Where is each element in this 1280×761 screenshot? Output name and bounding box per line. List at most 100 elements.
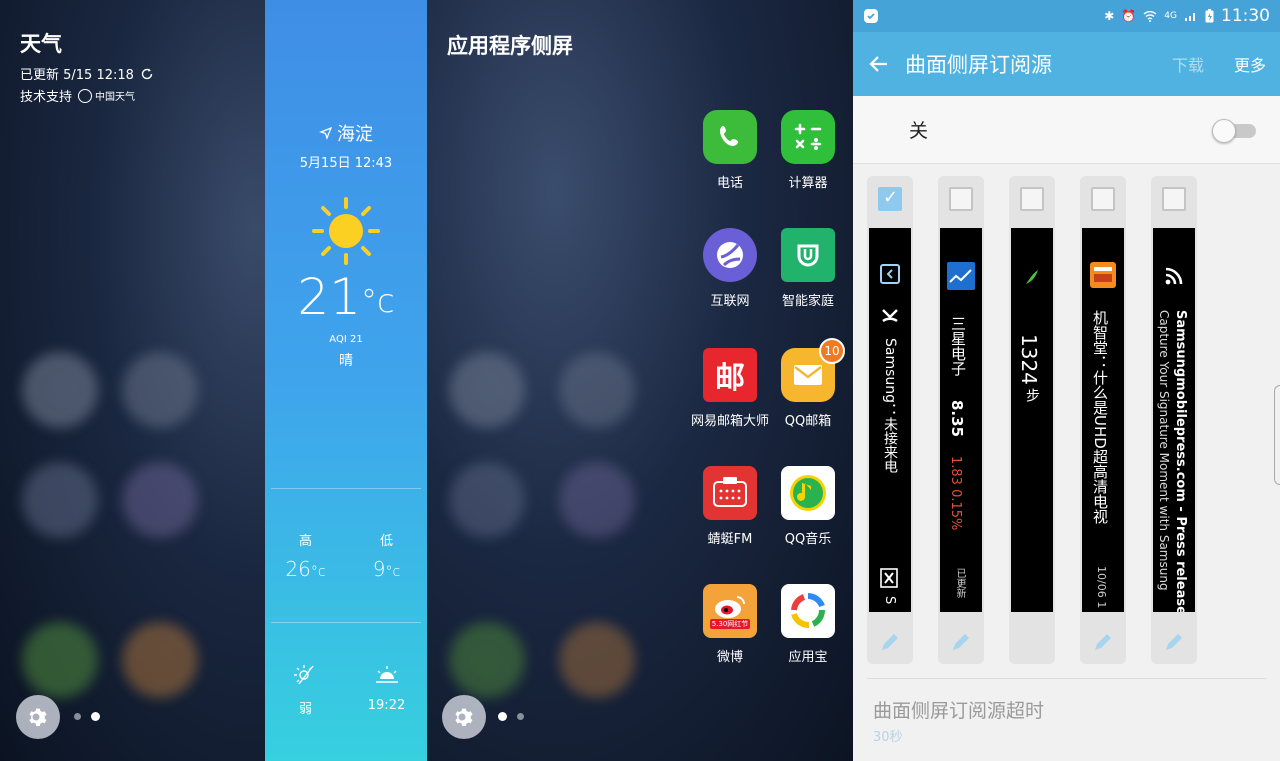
dismiss-icon	[880, 568, 898, 588]
weather-card[interactable]: 海淀 5月15日 12:43 21 °c AQI 21 晴 高 26°c 低 9…	[265, 0, 427, 761]
sunset-icon	[375, 666, 398, 683]
feed-card-rss[interactable]: Samsungmobilepress.com - Press release C…	[1151, 176, 1197, 664]
status-bar: ✱ ⏰ 4G 11:30	[853, 0, 1280, 32]
app-smart-home[interactable]: 智能家庭	[769, 228, 847, 309]
timeout-setting-title[interactable]: 曲面侧屏订阅源超时	[873, 696, 1044, 723]
walking-icon	[1026, 270, 1038, 284]
app-netease-mail[interactable]: 邮 网易邮箱大师	[691, 348, 769, 429]
qq-mail-icon: 10	[781, 338, 845, 402]
divider	[867, 678, 1266, 679]
edge-settings-button[interactable]	[16, 695, 60, 739]
app-internet[interactable]: 互联网	[691, 228, 769, 309]
low-unit: °c	[385, 564, 401, 580]
sunset-time: 19:22	[367, 698, 406, 713]
low-value: 9	[372, 557, 386, 581]
app-weibo[interactable]: 5.30网红节 微博	[691, 584, 769, 665]
phone-icon	[703, 110, 757, 164]
feed-preview: 1324 步	[1011, 228, 1053, 612]
low-temp: 低 9°c	[346, 530, 427, 581]
stock-updated: 已更新	[954, 568, 965, 598]
step-unit: 步	[1024, 388, 1040, 402]
weibo-icon: 5.30网红节	[703, 584, 757, 638]
app-label: QQ邮箱	[784, 414, 832, 429]
app-calculator[interactable]: 计算器	[769, 110, 847, 191]
app-qingting-fm[interactable]: 蜻蜓FM	[691, 466, 769, 547]
refresh-icon[interactable]	[140, 67, 154, 81]
gear-icon	[29, 708, 47, 726]
edge-settings-button[interactable]	[442, 695, 486, 739]
sunset: 19:22	[346, 664, 427, 713]
china-weather-logo: 中国天气	[78, 88, 135, 103]
app-phone[interactable]: 电话	[691, 110, 769, 191]
page-dot-active[interactable]	[91, 712, 100, 721]
page-indicator	[498, 712, 524, 721]
news-app-icon	[1090, 262, 1116, 288]
uv-value: 弱	[298, 702, 312, 717]
feed-app-icon	[880, 264, 900, 284]
edit-pencil-icon[interactable]	[1162, 630, 1186, 654]
page-dot[interactable]	[517, 713, 524, 720]
rss-title: Samsungmobilepress.com - Press release	[1173, 310, 1188, 612]
updated-time[interactable]: 已更新 5/15 12:18	[20, 64, 154, 83]
status-icons: ✱ ⏰ 4G 11:30	[1104, 6, 1270, 26]
feed-card-steps[interactable]: 1324 步	[1009, 176, 1055, 664]
feed-preview: Samsung：未接来电 S	[869, 228, 911, 612]
aqi-value: AQI 21	[329, 334, 363, 345]
feed-card-news[interactable]: 机智堂：什么是UHD超高清电视 10/06 1	[1080, 176, 1126, 664]
weather-datetime: 5月15日 12:43	[299, 156, 393, 171]
feed-preview: 机智堂：什么是UHD超高清电视 10/06 1	[1082, 228, 1124, 612]
weather-edge-panel: 天气 已更新 5/15 12:18 技术支持 中国天气 海淀 5月15日 12:…	[0, 0, 427, 761]
download-button[interactable]: 下载	[1172, 52, 1204, 76]
feed-card-missed-call[interactable]: Samsung：未接来电 S	[867, 176, 913, 664]
feed-text-cut: S	[882, 596, 897, 605]
edge-feeds-settings: ✱ ⏰ 4G 11:30 曲面侧屏订阅源 下载 更多 关 ✓ Samsung：未…	[853, 0, 1280, 761]
signal-icon	[1185, 13, 1195, 21]
master-switch-row[interactable]: 关	[853, 96, 1280, 164]
feed-checkbox[interactable]	[1020, 187, 1044, 211]
blurred-background	[0, 330, 265, 730]
news-date: 10/06 1	[1095, 566, 1108, 609]
high-temp: 高 26°c	[265, 530, 346, 581]
sunny-icon	[312, 197, 380, 265]
location-pin-icon	[319, 126, 333, 140]
feed-checkbox[interactable]	[949, 187, 973, 211]
app-label: 网易邮箱大师	[691, 414, 770, 429]
page-title: 曲面侧屏订阅源	[905, 53, 1052, 77]
radio-icon	[703, 466, 757, 520]
app-qq-music[interactable]: QQ音乐	[769, 466, 847, 547]
stock-change: 1.83 0.15%	[948, 456, 963, 531]
temperature-value: 21	[297, 268, 362, 326]
more-button[interactable]: 更多	[1234, 52, 1266, 76]
app-qq-mail[interactable]: 10 QQ邮箱	[769, 338, 847, 429]
feed-preview: Samsungmobilepress.com - Press release C…	[1153, 228, 1195, 612]
edge-handle[interactable]	[1274, 385, 1280, 485]
panel-title: 天气	[20, 32, 62, 56]
edit-pencil-icon[interactable]	[949, 630, 973, 654]
feed-checkbox[interactable]	[878, 187, 902, 211]
page-dot-active[interactable]	[498, 712, 507, 721]
low-label: 低	[379, 534, 393, 549]
app-label: 应用宝	[788, 650, 828, 665]
edit-pencil-icon[interactable]	[1091, 630, 1115, 654]
updated-label: 已更新 5/15 12:18	[20, 68, 134, 83]
apps-edge-panel: 应用程序侧屏 电话 计算器 互联网 智能家庭 邮 网易邮箱大师 10 QQ邮箱 …	[427, 0, 853, 761]
logo-text: 中国天气	[95, 92, 136, 103]
news-headline: 机智堂：什么是UHD超高清电视	[1091, 310, 1109, 524]
stock-price: 8.35	[948, 400, 966, 438]
notification-badge: 10	[819, 338, 845, 364]
feed-checkbox[interactable]	[1091, 187, 1115, 211]
feed-checkbox[interactable]	[1162, 187, 1186, 211]
feed-card-stock[interactable]: 三星电子 8.35 1.83 0.15% 已更新	[938, 176, 984, 664]
gear-icon	[455, 708, 473, 726]
blurred-background	[427, 330, 697, 730]
master-toggle[interactable]	[1212, 118, 1258, 143]
support-label: 技术支持	[20, 90, 73, 105]
page-dot[interactable]	[74, 713, 81, 720]
app-yingyongbao[interactable]: 应用宝	[769, 584, 847, 665]
edit-pencil-icon[interactable]	[878, 630, 902, 654]
back-arrow-icon[interactable]	[867, 52, 891, 76]
high-value-row: 26°c	[265, 557, 346, 581]
provider-credit: 技术支持 中国天气	[20, 86, 135, 105]
temperature-unit: °c	[361, 282, 395, 320]
bluetooth-icon: ✱	[1104, 9, 1115, 23]
